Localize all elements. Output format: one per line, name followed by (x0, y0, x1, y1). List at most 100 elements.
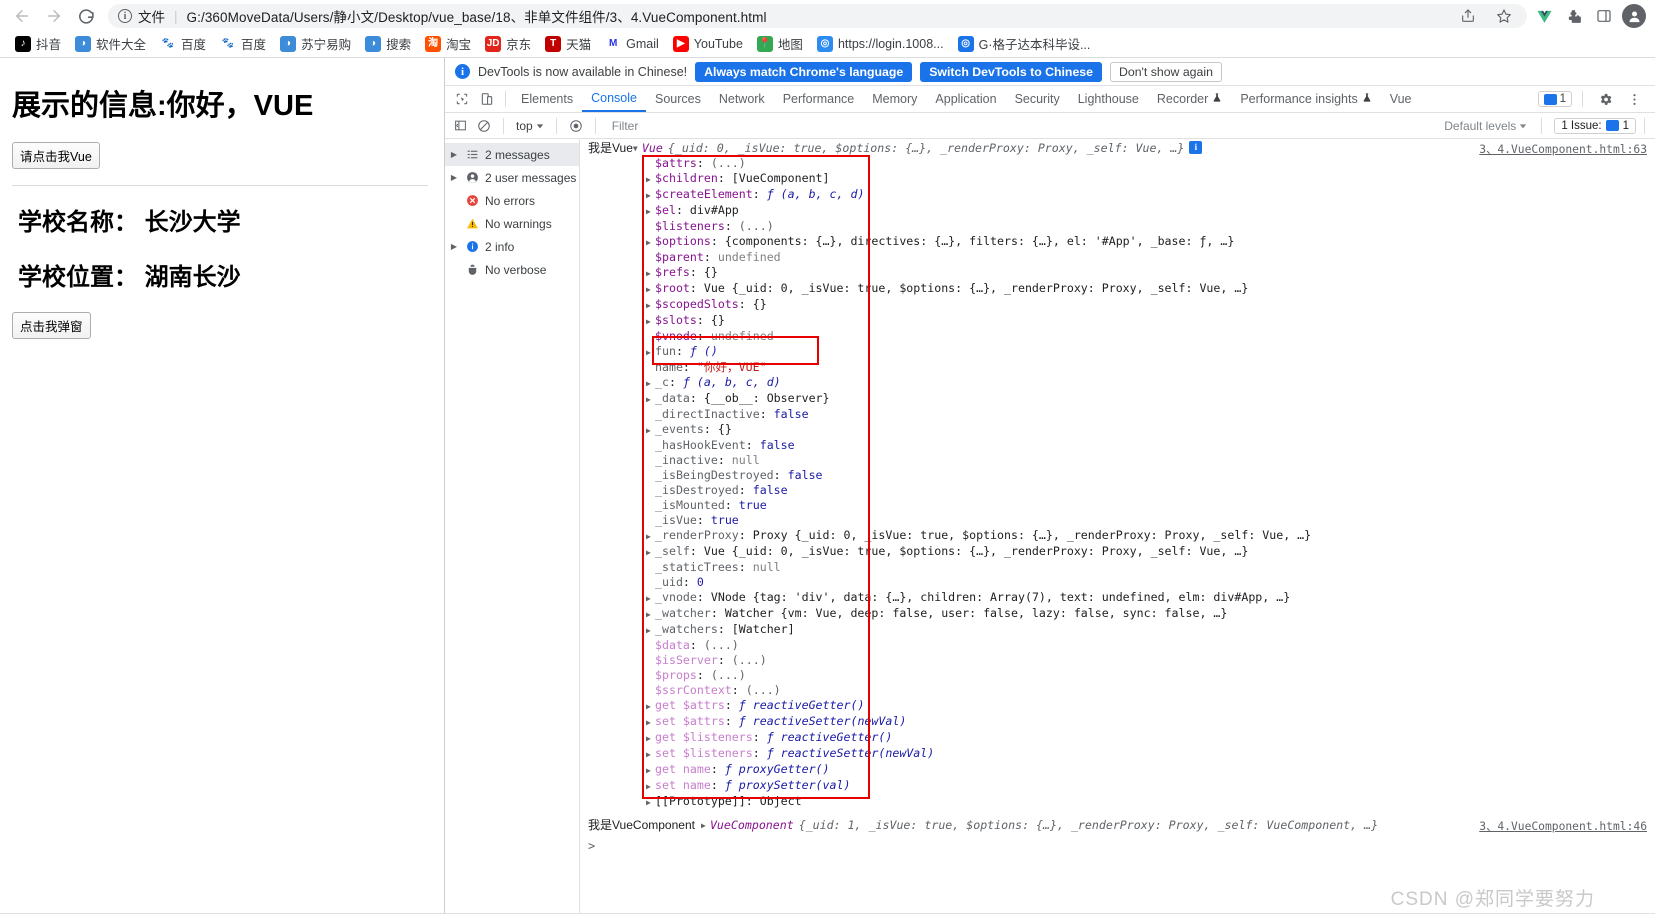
click-me-vue-button[interactable]: 请点击我Vue (12, 142, 100, 169)
expand-triangle-icon[interactable]: ▶ (646, 607, 655, 622)
expand-triangle-icon[interactable]: ▶ (449, 242, 459, 251)
expand-triangle-icon[interactable]: ▶ (646, 763, 655, 778)
expand-triangle-icon[interactable]: ▶ (449, 150, 459, 159)
console-filter-input[interactable] (603, 117, 1437, 134)
bookmark-item[interactable]: ◑ 苏宁易购 (273, 32, 358, 55)
object-property-row[interactable]: _isDestroyed: false (580, 483, 1655, 498)
object-property-row[interactable]: ▶ $options: {components: {…}, directives:… (580, 234, 1655, 250)
forward-button[interactable] (40, 2, 68, 30)
sidebar-item-no-errors[interactable]: No errors (445, 189, 579, 212)
expand-triangle-icon[interactable]: ▶ (646, 298, 655, 313)
tab-elements[interactable]: Elements (512, 88, 582, 111)
profile-avatar-icon[interactable] (1621, 3, 1647, 29)
bookmark-item[interactable]: 🐾 百度 (213, 32, 273, 55)
object-property-row[interactable]: _directInactive: false (580, 407, 1655, 422)
expand-triangle-icon[interactable]: ▶ (646, 731, 655, 746)
object-property-row[interactable]: ▶ _renderProxy: Proxy {_uid: 0, _isVue: t… (580, 528, 1655, 544)
expand-triangle-icon[interactable]: ▶ (646, 591, 655, 606)
object-property-row[interactable]: ▶ $scopedSlots: {} (580, 297, 1655, 313)
dont-show-again-button[interactable]: Don't show again (1109, 61, 1222, 82)
expand-triangle-icon[interactable]: ▶ (646, 699, 655, 714)
tab-security[interactable]: Security (1006, 88, 1069, 111)
more-vertical-icon[interactable] (1622, 87, 1647, 112)
expand-triangle-icon[interactable]: ▶ (646, 282, 655, 297)
expand-triangle-icon[interactable]: ▶ (646, 795, 655, 810)
object-property-row[interactable]: _isBeingDestroyed: false (580, 468, 1655, 483)
object-property-row[interactable]: _isMounted: true (580, 498, 1655, 513)
bookmark-item[interactable]: 📍 地图 (750, 32, 810, 55)
tab-performance-insights[interactable]: Performance insights (1231, 88, 1380, 111)
object-property-row[interactable]: _isVue: true (580, 513, 1655, 528)
object-property-row[interactable]: ▶ _c: ƒ (a, b, c, d) (580, 375, 1655, 391)
object-property-row[interactable]: $ssrContext: (...) (580, 683, 1655, 698)
object-property-row[interactable]: ▶ _data: {__ob__: Observer} (580, 391, 1655, 407)
omnibox-url[interactable]: G:/360MoveData/Users/静小文/Desktop/vue_bas… (187, 6, 767, 26)
sidebar-item-2-user-messages[interactable]: ▶ 2 user messages (445, 166, 579, 189)
expand-triangle-icon[interactable]: ▶ (646, 235, 655, 250)
object-property-row[interactable]: $vnode: undefined (580, 329, 1655, 344)
sidebar-item-no-warnings[interactable]: No warnings (445, 212, 579, 235)
bookmark-item[interactable]: 淘淘宝 (418, 32, 478, 55)
expand-triangle-icon[interactable]: ▶ (646, 376, 655, 391)
tab-performance[interactable]: Performance (774, 88, 864, 111)
site-info-icon[interactable]: i (118, 9, 132, 23)
sidebar-toggle-icon[interactable] (449, 115, 471, 137)
tab-console[interactable]: Console (582, 87, 646, 112)
bookmark-item[interactable]: 🐾 百度 (153, 32, 213, 55)
bookmark-item[interactable]: JD 京东 (478, 32, 538, 55)
inspect-element-icon[interactable] (449, 87, 474, 112)
expand-triangle-icon[interactable]: ▶ (646, 314, 655, 329)
object-property-row[interactable]: ▶ $el: div#App (580, 203, 1655, 219)
object-property-row[interactable]: ▶ set $listeners: ƒ reactiveSetter(newVal… (580, 746, 1655, 762)
object-property-row[interactable]: name: "你好，VUE" (580, 360, 1655, 375)
tab-recorder[interactable]: Recorder (1148, 88, 1231, 111)
issues-button[interactable]: 1 Issue: 1 (1554, 117, 1636, 134)
object-property-row[interactable]: $props: (...) (580, 668, 1655, 683)
object-property-row[interactable]: $data: (...) (580, 638, 1655, 653)
back-button[interactable] (8, 2, 36, 30)
clear-console-icon[interactable] (473, 115, 495, 137)
source-link[interactable]: 3、4.VueComponent.html:63 (1479, 142, 1647, 157)
expand-triangle-icon[interactable]: ▶ (646, 392, 655, 407)
object-property-row[interactable]: ▶ $refs: {} (580, 265, 1655, 281)
bookmark-item[interactable]: M Gmail (598, 34, 666, 54)
tab-application[interactable]: Application (926, 88, 1005, 111)
vue-extension-icon[interactable] (1531, 3, 1557, 29)
object-property-row[interactable]: ▶ _self: Vue {_uid: 0, _isVue: true, $opt… (580, 544, 1655, 560)
live-expression-eye-icon[interactable] (565, 115, 587, 137)
console-message-vuecomponent[interactable]: 我是VueComponent ▶ VueComponent {_uid: 1, … (580, 816, 1655, 835)
sidebar-item-2-info[interactable]: ▶ 2 info (445, 235, 579, 258)
object-property-row[interactable]: _hasHookEvent: false (580, 438, 1655, 453)
object-property-row[interactable]: ▶ $createElement: ƒ (a, b, c, d) (580, 187, 1655, 203)
bookmark-item[interactable]: ◎ https://login.1008... (810, 34, 951, 54)
bookmark-item[interactable]: T 天猫 (538, 32, 598, 55)
expand-triangle-icon[interactable]: ▼ (633, 141, 642, 156)
object-property-row[interactable]: ▶ _watcher: Watcher {vm: Vue, deep: false… (580, 606, 1655, 622)
object-property-row[interactable]: ▶ $children: [VueComponent] (580, 171, 1655, 187)
bookmark-item[interactable]: ▶ YouTube (666, 34, 750, 54)
extensions-puzzle-icon[interactable] (1561, 3, 1587, 29)
source-link-2[interactable]: 3、4.VueComponent.html:46 (1479, 819, 1647, 834)
expand-triangle-icon[interactable]: ▶ (646, 423, 655, 438)
expand-triangle-icon[interactable]: ▶ (646, 172, 655, 187)
share-icon[interactable] (1455, 4, 1481, 28)
object-property-row[interactable]: _staticTrees: null (580, 560, 1655, 575)
object-property-row[interactable]: _uid: 0 (580, 575, 1655, 590)
console-prompt[interactable]: > (580, 835, 1655, 857)
object-property-row[interactable]: ▶ get $attrs: ƒ reactiveGetter() (580, 698, 1655, 714)
execution-context-select[interactable]: top (512, 119, 548, 133)
click-me-alert-button[interactable]: 点击我弹窗 (12, 312, 91, 339)
expand-triangle-icon[interactable]: ▶ (646, 545, 655, 560)
tab-memory[interactable]: Memory (863, 88, 926, 111)
object-property-row[interactable]: ▶ _watchers: [Watcher] (580, 622, 1655, 638)
tab-vue[interactable]: Vue (1381, 88, 1421, 111)
object-property-row[interactable]: ▶ get name: ƒ proxyGetter() (580, 762, 1655, 778)
expand-triangle-icon[interactable]: ▶ (646, 345, 655, 360)
expand-triangle-icon[interactable]: ▶ (646, 204, 655, 219)
object-property-row[interactable]: ▶ _events: {} (580, 422, 1655, 438)
console-message-vue[interactable]: 我是Vue ▼ Vue {_uid: 0, _isVue: true, $opt… (580, 139, 1655, 812)
object-property-row[interactable]: $attrs: (...) (580, 156, 1655, 171)
log-levels-select[interactable]: Default levels (1438, 119, 1533, 133)
expand-triangle-icon[interactable]: ▶ (646, 747, 655, 762)
object-property-row[interactable]: ▶ $slots: {} (580, 313, 1655, 329)
